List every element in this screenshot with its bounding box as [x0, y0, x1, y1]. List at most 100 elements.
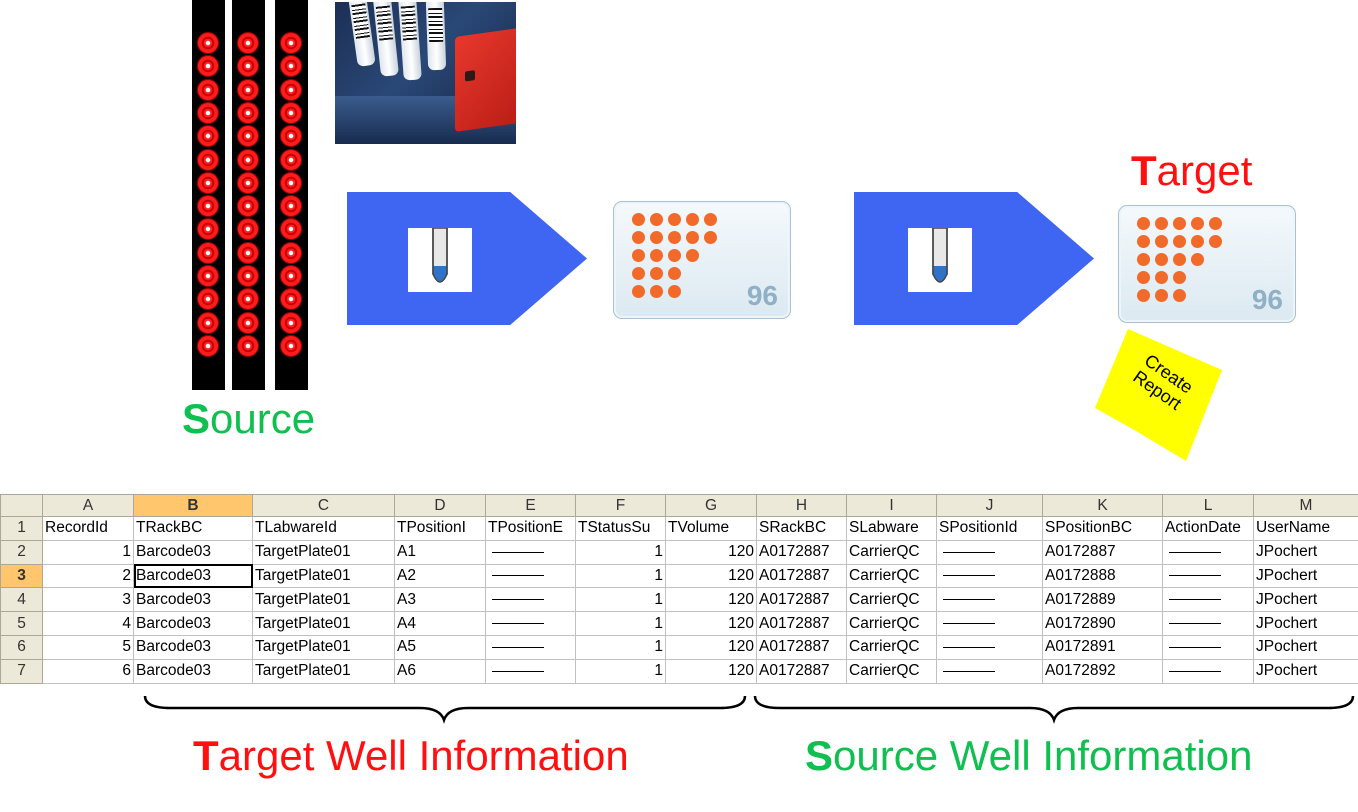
- table-cell[interactable]: A0172887: [756, 539, 847, 565]
- table-cell[interactable]: [485, 587, 576, 613]
- table-cell[interactable]: CarrierQC: [846, 587, 937, 613]
- table-cell[interactable]: A0172887: [1042, 539, 1163, 565]
- table-cell[interactable]: [485, 539, 576, 565]
- table-cell[interactable]: A0172891: [1042, 634, 1163, 660]
- table-cell[interactable]: TargetPlate01: [252, 587, 395, 613]
- row-header[interactable]: 3: [0, 563, 43, 589]
- table-cell[interactable]: 1: [575, 587, 666, 613]
- column-header-l[interactable]: L: [1162, 494, 1254, 517]
- table-cell[interactable]: [485, 563, 576, 589]
- header-cell[interactable]: TStatusSu: [575, 516, 666, 541]
- table-cell[interactable]: 1: [42, 539, 134, 565]
- table-cell[interactable]: TargetPlate01: [252, 634, 395, 660]
- row-header[interactable]: 5: [0, 611, 43, 636]
- column-header-g[interactable]: G: [665, 494, 757, 517]
- table-cell[interactable]: A0172889: [1042, 587, 1163, 613]
- table-cell[interactable]: 2: [42, 563, 134, 589]
- table-cell[interactable]: JPochert: [1253, 658, 1358, 684]
- table-cell[interactable]: A0172888: [1042, 563, 1163, 589]
- table-cell[interactable]: A0172887: [756, 563, 847, 589]
- table-cell[interactable]: 5: [42, 634, 134, 660]
- table-cell[interactable]: A0172887: [756, 634, 847, 660]
- header-cell[interactable]: SRackBC: [756, 516, 847, 541]
- table-cell[interactable]: A0172887: [756, 587, 847, 613]
- table-cell[interactable]: JPochert: [1253, 634, 1358, 660]
- table-cell[interactable]: [485, 634, 576, 660]
- table-cell[interactable]: 120: [665, 634, 757, 660]
- table-cell[interactable]: A5: [394, 634, 486, 660]
- header-cell[interactable]: TRackBC: [133, 516, 253, 541]
- table-cell[interactable]: A2: [394, 563, 486, 589]
- table-cell[interactable]: CarrierQC: [846, 658, 937, 684]
- row-header[interactable]: 1: [0, 516, 43, 541]
- column-header-a[interactable]: A: [42, 494, 134, 517]
- table-cell[interactable]: [485, 611, 576, 636]
- table-cell[interactable]: [485, 658, 576, 684]
- column-header-f[interactable]: F: [575, 494, 666, 517]
- table-cell[interactable]: Barcode03: [133, 563, 253, 589]
- table-cell[interactable]: 120: [665, 539, 757, 565]
- table-cell[interactable]: [936, 539, 1043, 565]
- table-cell[interactable]: [1162, 539, 1254, 565]
- table-cell[interactable]: Barcode03: [133, 634, 253, 660]
- table-cell[interactable]: A4: [394, 611, 486, 636]
- column-header-i[interactable]: I: [846, 494, 937, 517]
- table-cell[interactable]: A0172892: [1042, 658, 1163, 684]
- table-cell[interactable]: Barcode03: [133, 658, 253, 684]
- column-header-e[interactable]: E: [485, 494, 576, 517]
- table-cell[interactable]: A0172887: [756, 658, 847, 684]
- table-cell[interactable]: [936, 658, 1043, 684]
- row-header[interactable]: 7: [0, 658, 43, 684]
- table-cell[interactable]: 1: [575, 539, 666, 565]
- table-cell[interactable]: CarrierQC: [846, 611, 937, 636]
- table-cell[interactable]: CarrierQC: [846, 563, 937, 589]
- table-cell[interactable]: 120: [665, 611, 757, 636]
- table-cell[interactable]: [936, 563, 1043, 589]
- table-cell[interactable]: JPochert: [1253, 563, 1358, 589]
- table-cell[interactable]: [936, 634, 1043, 660]
- table-cell[interactable]: TargetPlate01: [252, 658, 395, 684]
- table-cell[interactable]: 1: [575, 634, 666, 660]
- table-cell[interactable]: TargetPlate01: [252, 563, 395, 589]
- column-header-m[interactable]: M: [1253, 494, 1358, 517]
- column-header-c[interactable]: C: [252, 494, 395, 517]
- corner-cell[interactable]: [0, 494, 43, 517]
- header-cell[interactable]: SPositionId: [936, 516, 1043, 541]
- table-cell[interactable]: JPochert: [1253, 611, 1358, 636]
- results-spreadsheet[interactable]: A B C D E F G H I J K L M 1 RecordId TRackBC TLabwareId T…: [0, 494, 1358, 684]
- row-header[interactable]: 6: [0, 634, 43, 660]
- header-cell[interactable]: TLabwareId: [252, 516, 395, 541]
- header-cell[interactable]: SLabware: [846, 516, 937, 541]
- row-header[interactable]: 2: [0, 539, 43, 565]
- table-cell[interactable]: Barcode03: [133, 587, 253, 613]
- table-cell[interactable]: A0172890: [1042, 611, 1163, 636]
- header-cell[interactable]: SPositionBC: [1042, 516, 1163, 541]
- table-cell[interactable]: 1: [575, 658, 666, 684]
- table-cell[interactable]: 1: [575, 611, 666, 636]
- table-cell[interactable]: [1162, 634, 1254, 660]
- column-header-j[interactable]: J: [936, 494, 1043, 517]
- table-cell[interactable]: A6: [394, 658, 486, 684]
- table-cell[interactable]: [1162, 587, 1254, 613]
- table-cell[interactable]: A0172887: [756, 611, 847, 636]
- table-cell[interactable]: [1162, 658, 1254, 684]
- header-cell[interactable]: ActionDate: [1162, 516, 1254, 541]
- column-header-d[interactable]: D: [394, 494, 486, 517]
- table-cell[interactable]: JPochert: [1253, 587, 1358, 613]
- header-cell[interactable]: TVolume: [665, 516, 757, 541]
- table-cell[interactable]: A1: [394, 539, 486, 565]
- table-cell[interactable]: [1162, 563, 1254, 589]
- column-header-k[interactable]: K: [1042, 494, 1163, 517]
- table-cell[interactable]: [1162, 611, 1254, 636]
- table-cell[interactable]: TargetPlate01: [252, 539, 395, 565]
- row-header[interactable]: 4: [0, 587, 43, 613]
- table-cell[interactable]: 120: [665, 587, 757, 613]
- table-cell[interactable]: 120: [665, 563, 757, 589]
- table-cell[interactable]: 4: [42, 611, 134, 636]
- header-cell[interactable]: UserName: [1253, 516, 1358, 541]
- column-header-b[interactable]: B: [133, 494, 253, 517]
- header-cell[interactable]: RecordId: [42, 516, 134, 541]
- table-cell[interactable]: 1: [575, 563, 666, 589]
- table-cell[interactable]: TargetPlate01: [252, 611, 395, 636]
- create-report-button[interactable]: Create Report: [1092, 326, 1224, 461]
